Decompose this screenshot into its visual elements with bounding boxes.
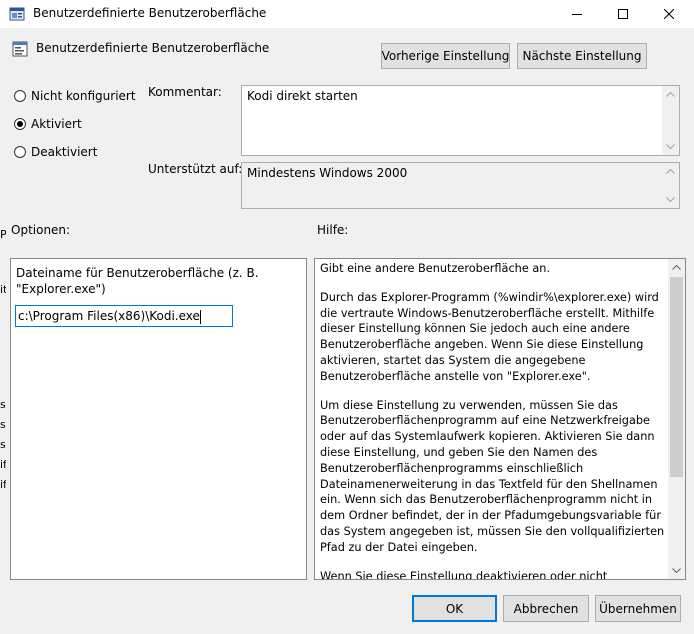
radio-label: Nicht konfiguriert xyxy=(31,89,136,103)
scroll-thumb[interactable] xyxy=(670,277,683,477)
scroll-up-icon[interactable] xyxy=(662,86,679,103)
cancel-button[interactable]: Abbrechen xyxy=(503,595,589,622)
maximize-icon xyxy=(618,9,628,19)
setting-title: Benutzerdefinierte Benutzeroberfläche xyxy=(36,41,270,55)
comment-scrollbar[interactable] xyxy=(662,86,679,155)
radio-label: Aktiviert xyxy=(31,117,82,131)
help-paragraph: Um diese Einstellung zu verwenden, müsse… xyxy=(320,398,665,554)
radio-enabled[interactable]: Aktiviert xyxy=(14,115,174,133)
previous-setting-button[interactable]: Vorherige Einstellung xyxy=(381,43,510,69)
radio-disabled[interactable]: Deaktiviert xyxy=(14,143,174,161)
radio-circle-selected xyxy=(14,118,26,130)
comment-value: Kodi direkt starten xyxy=(247,89,358,103)
shell-filename-value: c:\Program Files(x86)\Kodi.exe xyxy=(18,309,200,323)
text-caret xyxy=(199,309,201,324)
radio-label: Deaktiviert xyxy=(31,145,98,159)
help-paragraph: Gibt eine andere Benutzeroberfläche an. xyxy=(320,262,551,275)
background-fragment: if xyxy=(0,478,6,491)
supported-textbox: Mindestens Windows 2000 xyxy=(241,162,680,209)
background-fragment: s xyxy=(0,418,6,431)
background-fragment: if xyxy=(0,458,6,471)
options-panel: Dateiname für Benutzeroberfläche (z. B. … xyxy=(10,258,307,580)
ok-button[interactable]: OK xyxy=(412,595,497,622)
scroll-up-icon[interactable] xyxy=(668,259,685,276)
minimize-icon xyxy=(572,14,582,15)
supported-scrollbar[interactable] xyxy=(662,163,679,208)
next-setting-button[interactable]: Nächste Einstellung xyxy=(517,43,647,69)
policy-setting-icon xyxy=(12,41,28,57)
policy-window-icon xyxy=(9,6,25,22)
shell-filename-label: Dateiname für Benutzeroberfläche (z. B. … xyxy=(16,266,259,296)
maximize-button[interactable] xyxy=(600,0,646,28)
background-fragment: s xyxy=(0,398,6,411)
help-text: Gibt eine andere Benutzeroberfläche an. … xyxy=(320,261,670,580)
background-fragment: s xyxy=(0,438,6,451)
scroll-down-icon[interactable] xyxy=(668,562,685,579)
help-paragraph: Wenn Sie diese Einstellung deaktivieren … xyxy=(320,569,608,580)
scroll-down-icon[interactable] xyxy=(662,191,679,208)
comment-label: Kommentar: xyxy=(148,85,222,99)
help-scrollbar[interactable] xyxy=(668,259,685,579)
radio-circle xyxy=(14,146,26,158)
background-fragment: it xyxy=(0,283,6,296)
scroll-down-icon[interactable] xyxy=(662,138,679,155)
minimize-button[interactable] xyxy=(554,0,600,28)
window-title: Benutzerdefinierte Benutzeroberfläche xyxy=(33,6,267,20)
shell-filename-input[interactable]: c:\Program Files(x86)\Kodi.exe xyxy=(15,305,233,327)
supported-label: Unterstützt auf: xyxy=(148,162,243,176)
help-panel: Gibt eine andere Benutzeroberfläche an. … xyxy=(314,258,686,580)
comment-textbox[interactable]: Kodi direkt starten xyxy=(241,85,680,156)
background-fragment: P xyxy=(0,228,6,241)
help-label: Hilfe: xyxy=(317,223,349,237)
scroll-up-icon[interactable] xyxy=(662,163,679,180)
help-paragraph: Durch das Explorer-Programm (%windir%\ex… xyxy=(320,290,659,383)
options-label: Optionen: xyxy=(11,223,71,237)
supported-value: Mindestens Windows 2000 xyxy=(247,166,408,180)
close-icon xyxy=(664,9,674,19)
radio-circle xyxy=(14,90,26,102)
close-button[interactable] xyxy=(646,0,692,28)
title-bar: Benutzerdefinierte Benutzeroberfläche xyxy=(0,0,694,28)
apply-button[interactable]: Übernehmen xyxy=(595,595,681,622)
